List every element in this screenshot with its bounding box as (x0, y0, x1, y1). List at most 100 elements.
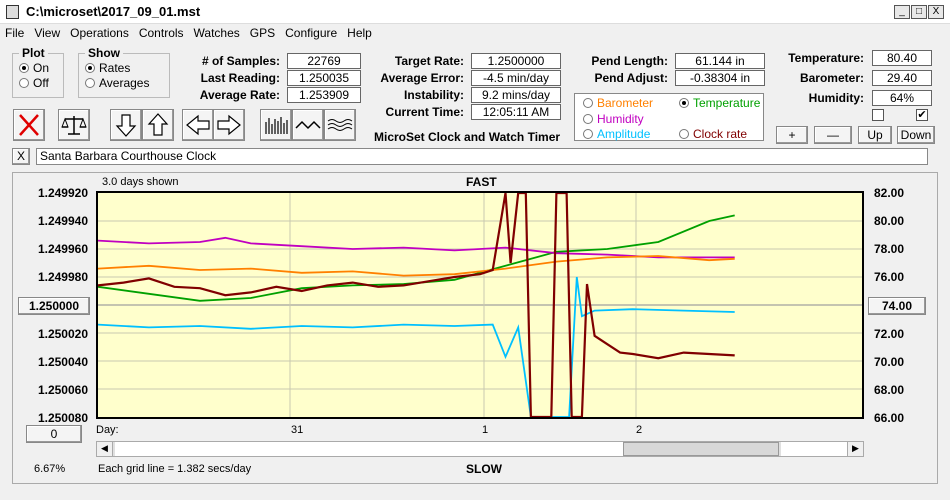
plot-on-label: On (33, 61, 50, 75)
y-right-tick: 70.00 (874, 355, 905, 369)
window-title: C:\microset\2017_09_01.mst (26, 4, 201, 19)
clear-clock-name-button[interactable]: X (12, 148, 30, 165)
sensor-option-humidity[interactable]: Humidity (583, 112, 644, 126)
pend-length-label: Pend Length: (591, 54, 668, 68)
wave-view-button[interactable] (292, 109, 324, 141)
y-left-tick: 1.249960 (37, 242, 88, 256)
radio-dot (19, 78, 29, 88)
samples-value: 22769 (287, 53, 361, 69)
y-left-tick: 1.250080 (37, 411, 88, 425)
show-rates-label: Rates (99, 61, 131, 75)
instability-label: Instability: (403, 88, 464, 102)
show-group-title: Show (88, 46, 120, 60)
current-time-label: Current Time: (385, 105, 464, 119)
scroll-left-arrow-icon[interactable]: ◀ (97, 442, 113, 456)
menu-controls[interactable]: Controls (134, 24, 189, 42)
temperature-label: Temperature (693, 96, 761, 110)
amplitude-label: Amplitude (597, 127, 651, 141)
radio-dot (583, 98, 593, 108)
series-line-barometer (97, 255, 735, 277)
zero-button[interactable]: 0 (26, 425, 82, 443)
horizontal-scrollbar[interactable]: ◀ ▶ (96, 441, 864, 457)
x-icon (19, 114, 39, 136)
show-averages-label: Averages (99, 76, 150, 90)
scroll-right-arrow-icon[interactable]: ▶ (847, 442, 863, 456)
right-center-button[interactable]: 74.00 (868, 297, 926, 315)
scroll-left-button[interactable] (182, 109, 214, 141)
y-left-tick: 1.249920 (37, 186, 88, 200)
temperature-stat-label: Temperature: (788, 51, 864, 65)
axis-plus-button[interactable]: + (776, 126, 808, 144)
left-center-button[interactable]: 1.250000 (18, 297, 90, 315)
plot-area (96, 191, 864, 419)
y-left-tick: 1.249980 (37, 270, 88, 284)
smooth-view-button[interactable] (324, 109, 356, 141)
sensor-select-panel: Barometer Temperature Humidity Amplitude… (574, 93, 764, 141)
y-left-tick: 1.250040 (37, 355, 88, 369)
plot-on-radio[interactable]: On (19, 61, 63, 75)
pend-adjust-label: Pend Adjust: (594, 71, 668, 85)
radio-dot (583, 129, 593, 139)
plot-group-title: Plot (22, 46, 45, 60)
show-averages-radio[interactable]: Averages (85, 76, 169, 90)
sensor-option-amplitude[interactable]: Amplitude (583, 127, 650, 141)
menu-watches[interactable]: Watches (189, 24, 245, 42)
scroll-up-button[interactable] (142, 109, 174, 141)
close-window-button[interactable]: X (928, 5, 944, 19)
x-tick-label: 1 (482, 424, 489, 436)
maximize-button[interactable]: □ (911, 5, 927, 19)
sensor-option-barometer[interactable]: Barometer (583, 96, 653, 110)
sensor-option-clock-rate[interactable]: Clock rate (679, 127, 747, 141)
target-rate-label: Target Rate: (394, 54, 464, 68)
y-right-tick: 72.00 (874, 327, 905, 341)
humidity-stat-value: 64% (872, 90, 932, 106)
scroll-thumb[interactable] (623, 442, 779, 456)
scroll-down-button[interactable] (110, 109, 142, 141)
y-left-tick: 1.250060 (37, 383, 88, 397)
balance-button[interactable] (58, 109, 90, 141)
samples-label: # of Samples: (201, 54, 280, 68)
last-reading-label: Last Reading: (200, 71, 280, 85)
plot-off-label: Off (33, 76, 49, 90)
fast-label: FAST (466, 175, 497, 189)
scroll-right-button[interactable] (213, 109, 245, 141)
stop-button[interactable] (13, 109, 45, 141)
humidity-stat-label: Humidity: (808, 91, 864, 105)
clock-rate-label: Clock rate (693, 127, 748, 141)
current-time-value: 12:05:11 AM (471, 104, 561, 120)
balance-scale-icon (61, 116, 87, 135)
barometer-stat-label: Barometer: (799, 71, 864, 85)
arrow-right-icon (217, 114, 241, 136)
left-checkbox[interactable] (872, 109, 884, 121)
pend-length-value: 61.144 in (675, 53, 765, 69)
clock-name-field[interactable]: Santa Barbara Courthouse Clock (36, 148, 928, 165)
minimize-button[interactable]: _ (894, 5, 910, 19)
slow-label: SLOW (466, 462, 502, 476)
sensor-option-temperature[interactable]: Temperature (679, 96, 760, 110)
axis-minus-button[interactable]: — (814, 126, 852, 144)
arrow-up-icon (147, 113, 169, 136)
show-rates-radio[interactable]: Rates (85, 61, 169, 75)
scroll-track-right[interactable] (781, 442, 847, 456)
axis-up-button[interactable]: Up (858, 126, 892, 144)
menu-help[interactable]: Help (342, 24, 377, 42)
menu-view[interactable]: View (29, 24, 65, 42)
series-line-amplitude (97, 276, 735, 418)
radio-dot (679, 129, 689, 139)
y-right-tick: 68.00 (874, 383, 905, 397)
bars-icon (265, 117, 288, 134)
menu-gps[interactable]: GPS (245, 24, 280, 42)
scroll-track-left[interactable] (115, 442, 623, 456)
y-right-tick: 76.00 (874, 270, 905, 284)
temperature-stat-value: 80.40 (872, 50, 932, 66)
menu-operations[interactable]: Operations (65, 24, 134, 42)
menu-configure[interactable]: Configure (280, 24, 342, 42)
app-name: MicroSet Clock and Watch Timer (374, 130, 561, 144)
right-checkbox[interactable]: ✔ (916, 109, 928, 121)
axis-down-button[interactable]: Down (897, 126, 935, 144)
menu-file[interactable]: File (0, 24, 29, 42)
chart-svg (97, 191, 862, 419)
ripple-icon (327, 119, 353, 131)
plot-off-radio[interactable]: Off (19, 76, 63, 90)
compress-view-button[interactable] (260, 109, 292, 141)
